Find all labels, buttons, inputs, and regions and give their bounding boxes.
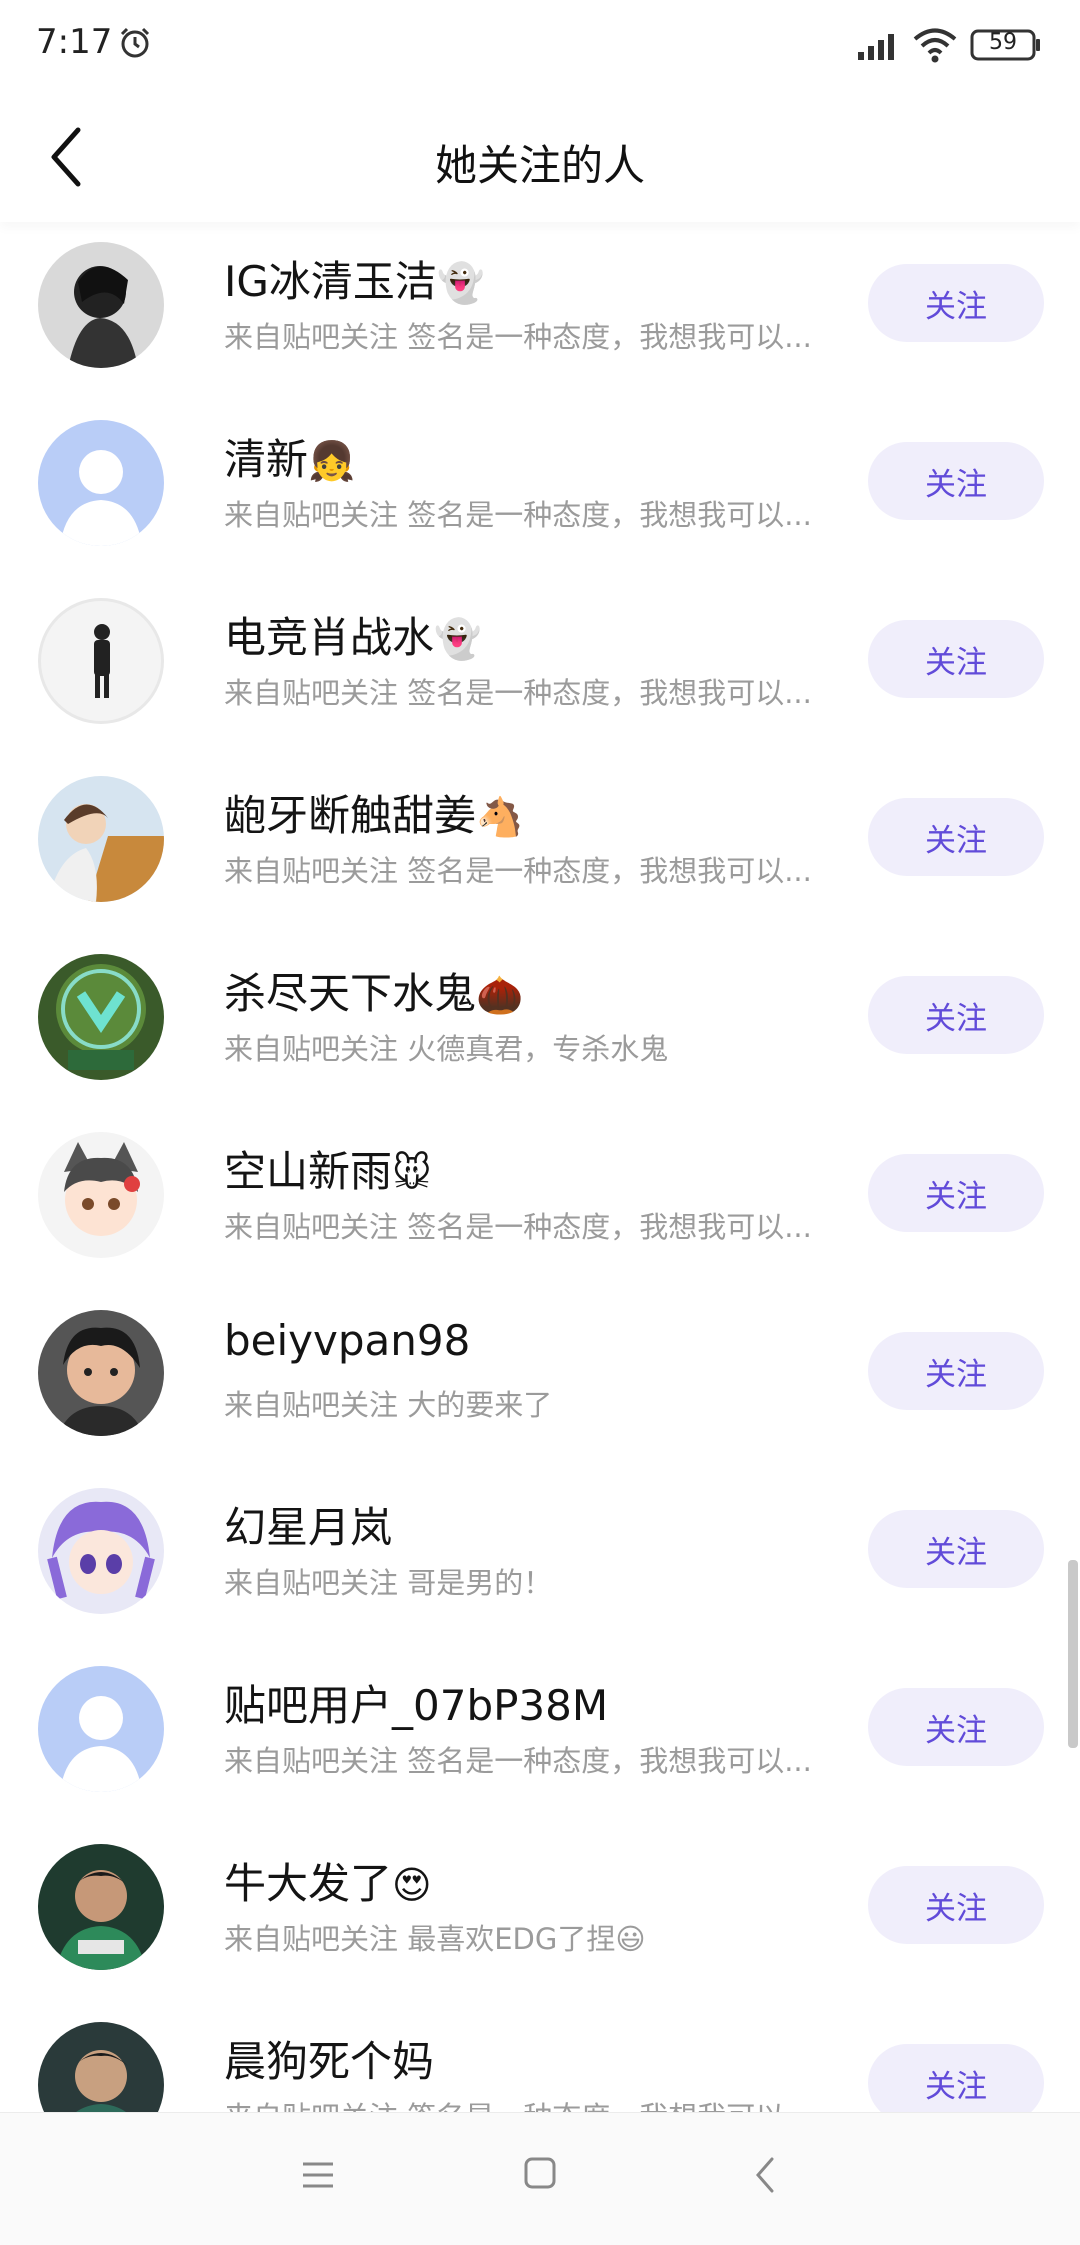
avatar[interactable] [38, 1666, 164, 1792]
user-name[interactable]: 晨狗死个妈 [224, 2028, 434, 2089]
list-item[interactable]: 牛大发了😍 来自贴吧关注 最喜欢EDG了捏😃 关注 [0, 1824, 1080, 2002]
description-text: 来自贴吧关注 签名是一种态度，我想我可以... [224, 676, 812, 710]
status-bar: 7:17 59 [0, 0, 1080, 92]
user-name[interactable]: 空山新雨🐭 [224, 1138, 432, 1199]
follow-button[interactable]: 关注 [868, 798, 1044, 876]
user-description: 来自贴吧关注 签名是一种态度，我想我可以... [224, 492, 844, 534]
description-text: 来自贴吧关注 火德真君，专杀水鬼 [224, 1032, 669, 1066]
user-description: 来自贴吧关注 最喜欢EDG了捏😃 [224, 1916, 844, 1958]
list-item[interactable]: beiyvpan98 来自贴吧关注 大的要来了 关注 [0, 1290, 1080, 1468]
avatar[interactable] [38, 1132, 164, 1258]
back-icon[interactable] [748, 2155, 784, 2195]
page-title: 她关注的人 [434, 141, 645, 190]
list-item[interactable]: 晨狗死个妈来自贴吧关注 签名是一种态度，我想我可以... 关注 [0, 2002, 1080, 2112]
follow-button[interactable]: 关注 [868, 1154, 1044, 1232]
user-name-text: 牛大发了 [224, 1859, 393, 1908]
user-name-text: IG冰清玉洁 [224, 257, 437, 306]
user-description: 来自贴吧关注 签名是一种态度，我想我可以... [224, 1738, 844, 1780]
scrollbar[interactable] [1068, 1560, 1078, 1748]
list-item[interactable]: 幻星月岚来自贴吧关注 哥是男的！ 关注 [0, 1468, 1080, 1646]
follow-button[interactable]: 关注 [868, 976, 1044, 1054]
avatar[interactable] [38, 2022, 164, 2112]
follow-button[interactable]: 关注 [868, 1688, 1044, 1766]
name-emoji: 🐴 [476, 795, 524, 839]
avatar[interactable] [38, 242, 164, 368]
description-text: 来自贴吧关注 签名是一种态度，我想我可以... [224, 320, 812, 354]
user-description: 来自贴吧关注 签名是一种态度，我想我可以... [224, 314, 844, 356]
avatar[interactable] [38, 954, 164, 1080]
square-icon[interactable] [522, 2155, 558, 2191]
wifi-icon [913, 28, 957, 63]
status-time: 7:17 [36, 22, 113, 62]
avatar[interactable] [38, 1310, 164, 1436]
follow-button[interactable]: 关注 [868, 1866, 1044, 1944]
list-item[interactable]: IG冰清玉洁👻 来自贴吧关注 签名是一种态度，我想我可以... 关注 [0, 222, 1080, 400]
avatar[interactable] [38, 598, 164, 724]
list-item[interactable]: 电竞肖战水👻 来自贴吧关注 签名是一种态度，我想我可以... 关注 [0, 578, 1080, 756]
description-text: 来自贴吧关注 最喜欢EDG了捏 [224, 1922, 616, 1956]
user-name-text: 清新 [224, 435, 309, 484]
user-name-text: beiyvpan98 [224, 1316, 471, 1365]
name-emoji: 👻 [434, 617, 482, 661]
list-item[interactable]: 杀尽天下水鬼🌰 来自贴吧关注 火德真君，专杀水鬼 关注 [0, 934, 1080, 1112]
avatar[interactable] [38, 1488, 164, 1614]
description-text: 来自贴吧关注 签名是一种态度，我想我可以... [224, 2100, 812, 2112]
description-text: 来自贴吧关注 签名是一种态度，我想我可以... [224, 854, 812, 888]
header: 她关注的人 [0, 92, 1080, 222]
list-item[interactable]: 贴吧用户_07bP38M 来自贴吧关注 签名是一种态度，我想我可以... 关注 [0, 1646, 1080, 1824]
user-name[interactable]: 牛大发了😍 [224, 1850, 432, 1911]
user-name-text: 贴吧用户_07bP38M [224, 1681, 609, 1730]
follow-button[interactable]: 关注 [868, 1510, 1044, 1588]
user-name[interactable]: 杀尽天下水鬼🌰 [224, 960, 523, 1021]
user-name-text: 空山新雨 [224, 1147, 393, 1196]
user-description: 来自贴吧关注 签名是一种态度，我想我可以... [224, 670, 844, 712]
user-name-text: 电竞肖战水 [224, 613, 435, 662]
follow-button[interactable]: 关注 [868, 2044, 1044, 2112]
name-emoji: 🌰 [476, 973, 524, 1017]
description-text: 来自贴吧关注 签名是一种态度，我想我可以... [224, 498, 812, 532]
user-name[interactable]: 龅牙断触甜姜🐴 [224, 782, 523, 843]
user-name[interactable]: 幻星月岚 [224, 1494, 392, 1555]
user-description: 来自贴吧关注 签名是一种态度，我想我可以... [224, 1204, 844, 1246]
user-description: 来自贴吧关注 火德真君，专杀水鬼 [224, 1026, 844, 1068]
avatar[interactable] [38, 420, 164, 546]
follow-button[interactable]: 关注 [868, 442, 1044, 520]
system-nav-bar [0, 2112, 1080, 2245]
description-emoji: 😃 [615, 1922, 646, 1956]
list-item[interactable]: 龅牙断触甜姜🐴 来自贴吧关注 签名是一种态度，我想我可以... 关注 [0, 756, 1080, 934]
description-text: 来自贴吧关注 签名是一种态度，我想我可以... [224, 1744, 812, 1778]
user-description: 来自贴吧关注 签名是一种态度，我想我可以... [224, 2094, 844, 2112]
list-item[interactable]: 空山新雨🐭 来自贴吧关注 签名是一种态度，我想我可以... 关注 [0, 1112, 1080, 1290]
avatar[interactable] [38, 776, 164, 902]
follow-button[interactable]: 关注 [868, 620, 1044, 698]
following-list[interactable]: IG冰清玉洁👻 来自贴吧关注 签名是一种态度，我想我可以... 关注 清新👧 来自贴吧关… [0, 222, 1080, 2112]
user-name-text: 幻星月岚 [224, 1503, 393, 1552]
user-name-text: 杀尽天下水鬼 [224, 969, 477, 1018]
description-text: 来自贴吧关注 大的要来了 [224, 1388, 553, 1422]
battery-level: 59 [989, 30, 1017, 55]
name-emoji: 👧 [308, 439, 356, 483]
menu-icon[interactable] [300, 2157, 336, 2193]
alarm-icon [120, 27, 150, 58]
avatar[interactable] [38, 1844, 164, 1970]
user-name[interactable]: 清新👧 [224, 426, 355, 487]
user-name-text: 龅牙断触甜姜 [224, 791, 477, 840]
description-text: 来自贴吧关注 签名是一种态度，我想我可以... [224, 1210, 812, 1244]
user-name[interactable]: IG冰清玉洁👻 [224, 248, 484, 309]
list-item[interactable]: 清新👧 来自贴吧关注 签名是一种态度，我想我可以... 关注 [0, 400, 1080, 578]
user-description: 来自贴吧关注 签名是一种态度，我想我可以... [224, 848, 844, 890]
user-name-text: 晨狗死个妈 [224, 2037, 435, 2086]
user-name[interactable]: 电竞肖战水👻 [224, 604, 481, 665]
signal-icon [858, 34, 894, 60]
user-description: 来自贴吧关注 大的要来了 [224, 1382, 844, 1424]
follow-button[interactable]: 关注 [868, 264, 1044, 342]
user-name[interactable]: 贴吧用户_07bP38M [224, 1672, 608, 1733]
name-emoji: 🐭 [392, 1151, 432, 1195]
user-name[interactable]: beiyvpan98 [224, 1316, 470, 1365]
name-emoji: 😍 [392, 1863, 432, 1907]
user-description: 来自贴吧关注 哥是男的！ [224, 1560, 844, 1602]
follow-button[interactable]: 关注 [868, 1332, 1044, 1410]
description-text: 来自贴吧关注 哥是男的！ [224, 1566, 553, 1600]
name-emoji: 👻 [436, 261, 485, 305]
